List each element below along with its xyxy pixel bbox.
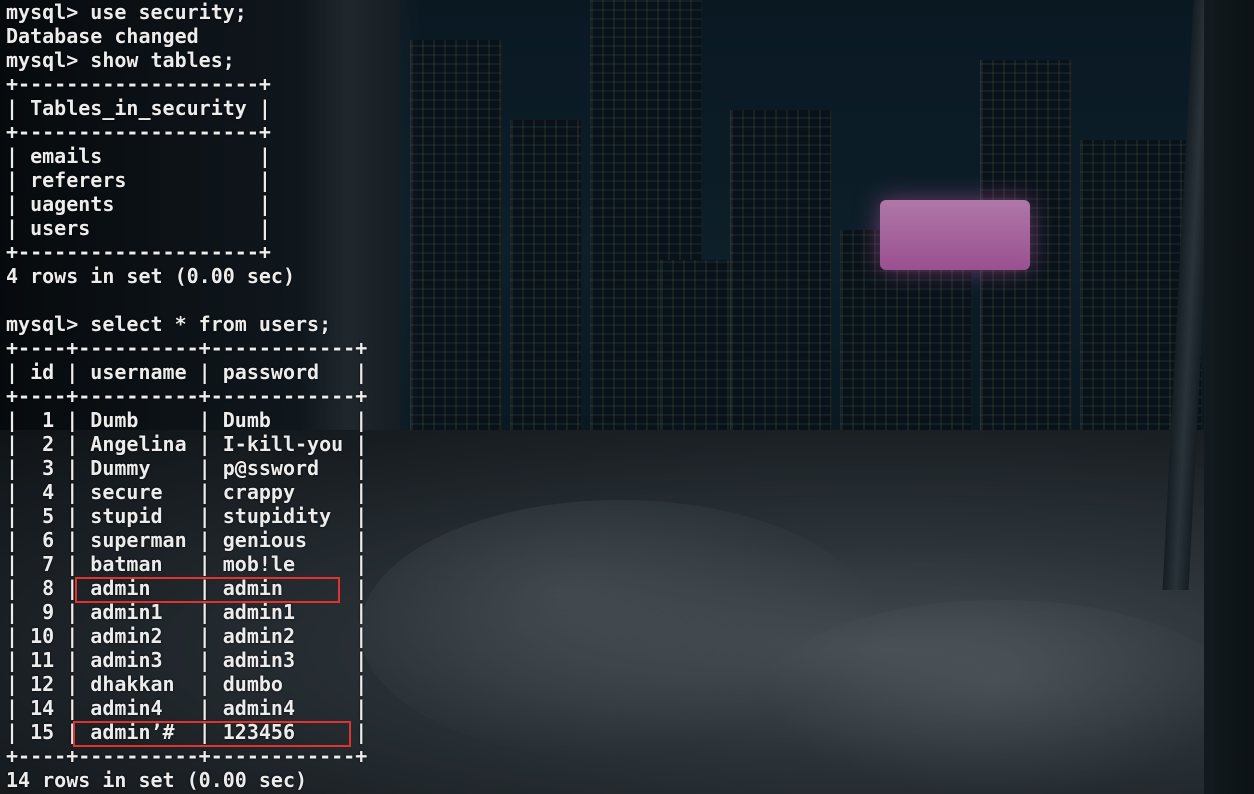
table-row: | 14 | admin4 | admin4 | [6, 696, 368, 720]
table-row: | 2 | Angelina | I-kill-you | [6, 432, 368, 456]
terminal-line: mysql> show tables; [6, 48, 235, 72]
result-summary: 4 rows in set (0.00 sec) [6, 264, 295, 288]
table-row: | 12 | dhakkan | dumbo | [6, 672, 368, 696]
terminal-line: Database changed [6, 24, 199, 48]
table-border: +--------------------+ [6, 120, 271, 144]
table-row: | users | [6, 216, 271, 240]
table-row: | 9 | admin1 | admin1 | [6, 600, 368, 624]
terminal-line: mysql> use security; [6, 0, 247, 24]
terminal-window[interactable]: mysql> use security; Database changed mysq… [0, 0, 1254, 794]
table-header: | id | username | password | [6, 360, 368, 384]
highlight-admin-hash-row [73, 721, 351, 747]
table-border: +----+----------+------------+ [6, 336, 368, 360]
table-header: | Tables_in_security | [6, 96, 271, 120]
table-row: | 11 | admin3 | admin3 | [6, 648, 368, 672]
table-border: +--------------------+ [6, 72, 271, 96]
table-border: +--------------------+ [6, 240, 271, 264]
terminal-output[interactable]: mysql> use security; Database changed mysq… [6, 0, 367, 792]
table-row: | uagents | [6, 192, 271, 216]
table-row: | 3 | Dummy | p@ssword | [6, 456, 368, 480]
table-row: | emails | [6, 144, 271, 168]
table-row: | 5 | stupid | stupidity | [6, 504, 368, 528]
table-border: +----+----------+------------+ [6, 744, 368, 768]
table-row: | 1 | Dumb | Dumb | [6, 408, 368, 432]
table-row: | 10 | admin2 | admin2 | [6, 624, 368, 648]
table-row: | referers | [6, 168, 271, 192]
table-row: | 4 | secure | crappy | [6, 480, 368, 504]
table-row: | 7 | batman | mob!le | [6, 552, 368, 576]
table-border: +----+----------+------------+ [6, 384, 368, 408]
terminal-line: mysql> select * from users; [6, 312, 332, 336]
result-summary: 14 rows in set (0.00 sec) [6, 768, 308, 792]
table-row: | 6 | superman | genious | [6, 528, 368, 552]
highlight-admin-row [75, 577, 340, 603]
